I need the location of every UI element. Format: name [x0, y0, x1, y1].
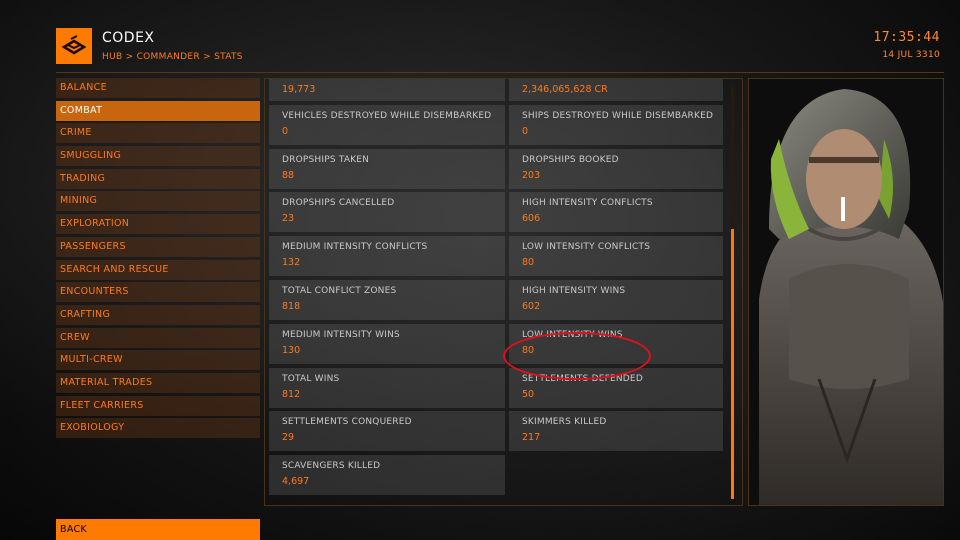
header: CODEX HUB > COMMANDER > STATS 17:35:44 1…: [56, 26, 944, 66]
stat-label: DROPSHIPS BOOKED: [522, 154, 619, 165]
sidebar-item-mining[interactable]: MINING: [56, 191, 260, 212]
stat-cell: SETTLEMENTS CONQUERED 29: [269, 411, 505, 452]
sidebar-item-material-trades[interactable]: MATERIAL TRADES: [56, 372, 260, 393]
sidebar: BALANCE COMBAT CRIME SMUGGLING TRADING M…: [56, 78, 260, 441]
stat-value: 132: [282, 257, 301, 269]
clock-time: 17:35:44: [873, 30, 940, 45]
stat-label: TOTAL CONFLICT ZONES: [282, 285, 397, 296]
stat-label: SKIMMERS KILLED: [522, 417, 607, 428]
stat-value: 818: [282, 300, 301, 312]
stat-cell: VEHICLES DESTROYED WHILE DISEMBARKED 0: [269, 104, 505, 145]
breadcrumb: HUB > COMMANDER > STATS: [102, 52, 243, 62]
stat-cell: MEDIUM INTENSITY CONFLICTS 132: [269, 236, 505, 277]
sidebar-item-trading[interactable]: TRADING: [56, 168, 260, 189]
stat-cell: LOW INTENSITY CONFLICTS 80: [509, 236, 723, 277]
stat-label: SETTLEMENTS DEFENDED: [522, 373, 643, 384]
sidebar-item-passengers[interactable]: PASSENGERS: [56, 236, 260, 257]
sidebar-item-fleet-carriers[interactable]: FLEET CARRIERS: [56, 395, 260, 416]
stat-value: 602: [522, 300, 541, 312]
stat-label: HIGH INTENSITY CONFLICTS: [522, 198, 653, 209]
stat-cell: 2,346,065,628 CR: [509, 79, 723, 101]
sidebar-item-crafting[interactable]: CRAFTING: [56, 304, 260, 325]
stat-cell: TOTAL CONFLICT ZONES 818: [269, 279, 505, 320]
stat-value: 0: [282, 125, 289, 137]
sidebar-item-encounters[interactable]: ENCOUNTERS: [56, 282, 260, 303]
commander-portrait: [748, 78, 944, 506]
scrollbar-thumb[interactable]: [731, 229, 734, 499]
stat-cell: SKIMMERS KILLED 217: [509, 411, 723, 452]
sidebar-item-balance[interactable]: BALANCE: [56, 78, 260, 98]
stat-value: 2,346,065,628 CR: [522, 84, 608, 95]
stat-label: LOW INTENSITY CONFLICTS: [522, 242, 651, 253]
stat-label: MEDIUM INTENSITY CONFLICTS: [282, 242, 428, 253]
stat-value: 29: [282, 432, 295, 444]
stat-label: HIGH INTENSITY WINS: [522, 285, 626, 296]
stat-value: 203: [522, 169, 541, 181]
stat-cell: TOTAL WINS 812: [269, 367, 505, 408]
stat-label: SETTLEMENTS CONQUERED: [282, 417, 412, 428]
stat-cell: DROPSHIPS BOOKED 203: [509, 148, 723, 189]
stat-cell: HIGH INTENSITY WINS 602: [509, 279, 723, 320]
stat-value: 19,773: [282, 84, 316, 95]
stat-label: LOW INTENSITY WINS: [522, 329, 623, 340]
stat-value: 88: [282, 169, 295, 181]
stat-value: 23: [282, 213, 295, 225]
stat-value: 4,697: [282, 476, 310, 488]
codex-book-icon: [56, 28, 92, 64]
back-button[interactable]: BACK: [56, 519, 260, 540]
stat-label: DROPSHIPS TAKEN: [282, 154, 370, 165]
stat-value: 606: [522, 213, 541, 225]
stat-value: 0: [522, 125, 529, 137]
stat-value: 80: [522, 344, 535, 356]
stat-cell: DROPSHIPS TAKEN 88: [269, 148, 505, 189]
page-title: CODEX: [102, 30, 155, 46]
stat-label: SHIPS DESTROYED WHILE DISEMBARKED: [522, 110, 714, 121]
stat-label: VEHICLES DESTROYED WHILE DISEMBARKED: [282, 110, 492, 121]
stat-cell: LOW INTENSITY WINS 80: [509, 323, 723, 364]
sidebar-item-combat[interactable]: COMBAT: [56, 100, 260, 121]
sidebar-item-multi-crew[interactable]: MULTI-CREW: [56, 350, 260, 371]
stat-value: 130: [282, 344, 301, 356]
stats-grid: 19,773 2,346,065,628 CR VEHICLES DESTROY…: [269, 79, 725, 499]
stat-cell: SHIPS DESTROYED WHILE DISEMBARKED 0: [509, 104, 723, 145]
stats-panel: 19,773 2,346,065,628 CR VEHICLES DESTROY…: [264, 78, 743, 506]
sidebar-item-smuggling[interactable]: SMUGGLING: [56, 146, 260, 167]
stat-label: MEDIUM INTENSITY WINS: [282, 329, 400, 340]
stat-cell: DROPSHIPS CANCELLED 23: [269, 192, 505, 233]
stat-value: 50: [522, 388, 535, 400]
stat-cell: SCAVENGERS KILLED 4,697: [269, 455, 505, 496]
stat-cell: SETTLEMENTS DEFENDED 50: [509, 367, 723, 408]
header-divider: [56, 72, 944, 73]
stat-cell: HIGH INTENSITY CONFLICTS 606: [509, 192, 723, 233]
sidebar-item-exploration[interactable]: EXPLORATION: [56, 214, 260, 235]
stat-value: 80: [522, 257, 535, 269]
stat-value: 812: [282, 388, 301, 400]
sidebar-item-crew[interactable]: CREW: [56, 327, 260, 348]
sidebar-item-search-and-rescue[interactable]: SEARCH AND RESCUE: [56, 259, 260, 280]
clock-date: 14 JUL 3310: [882, 50, 940, 60]
stat-value: 217: [522, 432, 541, 444]
stat-label: SCAVENGERS KILLED: [282, 461, 381, 472]
stat-cell: MEDIUM INTENSITY WINS 130: [269, 323, 505, 364]
sidebar-item-crime[interactable]: CRIME: [56, 123, 260, 144]
commander-portrait-image: [749, 79, 943, 505]
stat-cell: 19,773: [269, 79, 505, 101]
stat-label: DROPSHIPS CANCELLED: [282, 198, 395, 209]
stat-label: TOTAL WINS: [282, 373, 340, 384]
sidebar-item-exobiology[interactable]: EXOBIOLOGY: [56, 418, 260, 439]
